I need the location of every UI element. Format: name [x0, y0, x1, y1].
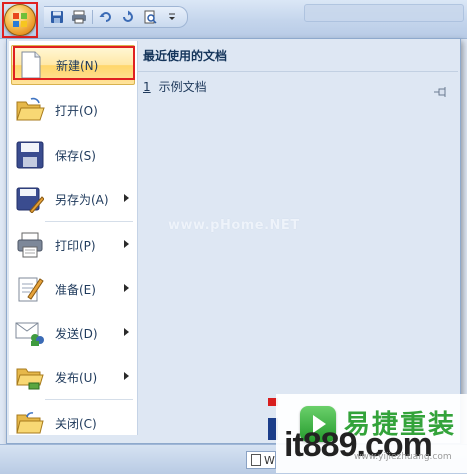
submenu-arrow-icon: [124, 328, 129, 336]
logo-small-text: www.yijiezhuang.com: [354, 452, 452, 462]
window-title-tab: [304, 4, 464, 22]
publish-icon: [15, 362, 45, 392]
menu-item-label: 关闭(C): [55, 416, 97, 431]
pin-icon[interactable]: [434, 82, 448, 104]
menu-item-label: 准备(E): [55, 282, 96, 297]
menu-item-send[interactable]: 发送(D): [11, 313, 135, 353]
submenu-arrow-icon: [124, 240, 129, 248]
toolbar-separator: [92, 10, 93, 24]
close-folder-icon: [15, 408, 45, 438]
prepare-icon: [15, 274, 45, 304]
menu-item-save-as[interactable]: 另存为(A): [11, 179, 135, 219]
print-preview-icon[interactable]: [141, 8, 159, 26]
menu-item-publish[interactable]: 发布(U): [11, 357, 135, 397]
menu-item-open[interactable]: 打开(O): [11, 90, 135, 130]
recent-document-name: 示例文档: [158, 80, 207, 94]
menu-item-label: 另存为(A): [55, 192, 109, 207]
save-icon[interactable]: [48, 8, 66, 26]
watermark-text: www.pHome.NET: [168, 218, 300, 233]
office-menu: 新建(N) 打开(O) 保存(S) 另存为(A) 打印(P) 准备(E) 发送(…: [6, 38, 461, 444]
submenu-arrow-icon: [124, 194, 129, 202]
recent-documents-header: 最近使用的文档: [138, 41, 458, 72]
redo-icon[interactable]: [119, 8, 137, 26]
customize-icon[interactable]: [163, 8, 181, 26]
save-disk-icon: [15, 140, 45, 170]
printer-icon: [15, 230, 45, 260]
menu-item-label: 发送(D): [55, 326, 98, 341]
site-logo: 易捷重装 it889.com www.yijiezhuang.com: [276, 394, 467, 473]
menu-item-label: 发布(U): [55, 370, 98, 385]
menu-separator: [45, 221, 133, 222]
menu-item-label: 打印(P): [55, 238, 96, 253]
recent-documents-panel: 最近使用的文档 1 示例文档: [138, 41, 458, 435]
taskbar-document-label: W: [264, 454, 275, 467]
menu-item-label: 打开(O): [55, 103, 98, 118]
menu-item-label: 保存(S): [55, 148, 96, 163]
menu-item-prepare[interactable]: 准备(E): [11, 269, 135, 309]
menu-item-print[interactable]: 打印(P): [11, 225, 135, 265]
menu-separator: [45, 399, 133, 400]
submenu-arrow-icon: [124, 372, 129, 380]
office-button-highlight: [2, 2, 38, 38]
quick-access-toolbar: [44, 6, 188, 28]
document-icon: [251, 454, 261, 466]
command-panel: 新建(N) 打开(O) 保存(S) 另存为(A) 打印(P) 准备(E) 发送(…: [9, 41, 138, 435]
menu-item-close[interactable]: 关闭(C): [11, 403, 135, 443]
menu-item-save[interactable]: 保存(S): [11, 135, 135, 175]
send-icon: [15, 318, 45, 348]
open-folder-icon: [15, 95, 45, 125]
taskbar-document-tab[interactable]: W: [246, 451, 276, 469]
title-bar: [0, 0, 467, 39]
recent-document-item[interactable]: 1 示例文档: [138, 76, 458, 98]
recent-document-number: 1: [143, 80, 151, 94]
new-item-highlight: [13, 46, 135, 80]
undo-icon[interactable]: [97, 8, 115, 26]
print-icon[interactable]: [70, 8, 88, 26]
save-as-icon: [15, 184, 45, 214]
submenu-arrow-icon: [124, 284, 129, 292]
